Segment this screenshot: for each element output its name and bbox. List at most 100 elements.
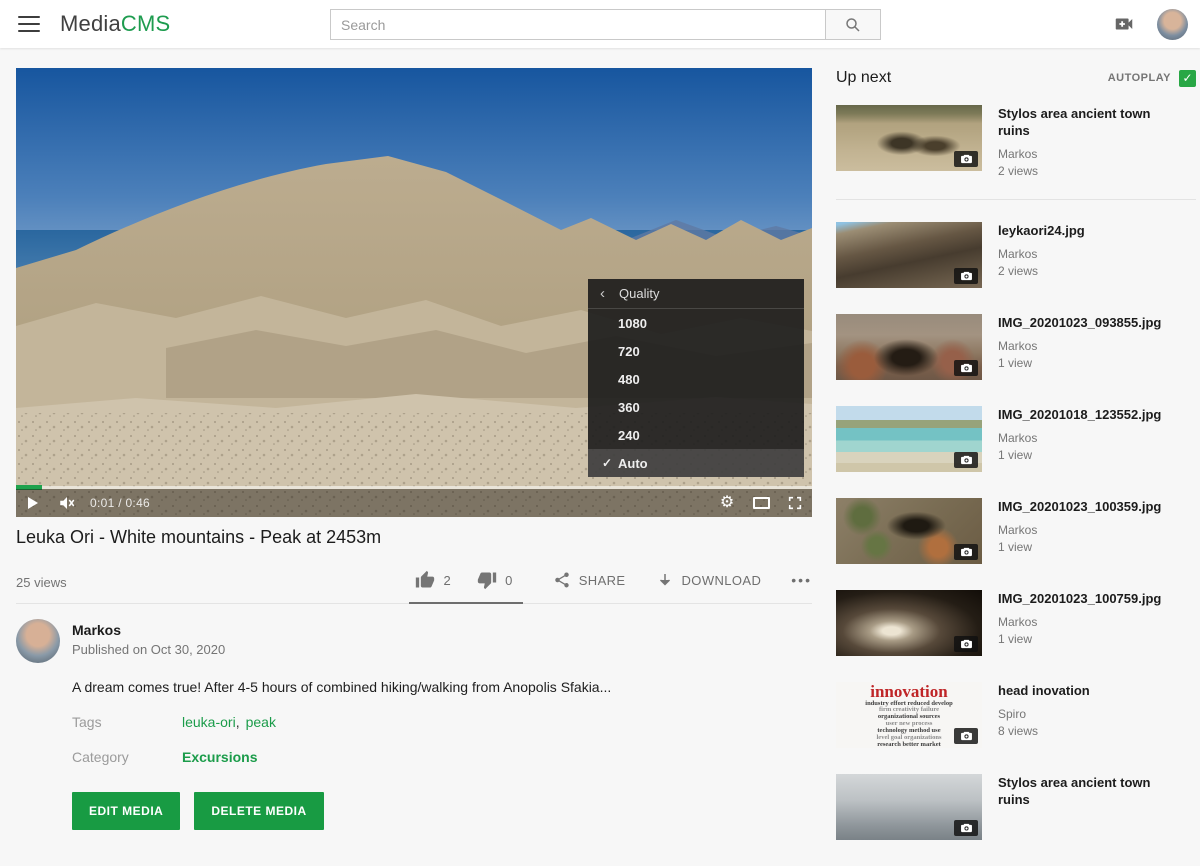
video-description: A dream comes true! After 4-5 hours of c… <box>72 679 812 695</box>
thumbnail-lagoon-beach[interactable] <box>836 406 982 472</box>
up-next-author[interactable]: Markos <box>998 339 1161 353</box>
up-next-item[interactable]: Stylos area ancient town ruins <box>836 774 1196 840</box>
quality-option-1080[interactable]: 1080 <box>588 309 804 337</box>
mute-button[interactable] <box>50 489 84 517</box>
quality-options: 1080720480360240✓Auto <box>588 309 804 477</box>
up-next-author[interactable]: Markos <box>998 615 1161 629</box>
camera-icon <box>961 639 972 649</box>
up-next-item[interactable]: IMG_20201018_123552.jpgMarkos1 view <box>836 406 1196 472</box>
thumbnail-dark-mountain[interactable] <box>836 222 982 288</box>
edit-media-button[interactable]: EDIT MEDIA <box>72 792 180 830</box>
time-display: 0:01 / 0:46 <box>90 496 150 510</box>
like-count: 2 <box>443 573 451 588</box>
camera-icon <box>961 731 972 741</box>
up-next-title[interactable]: IMG_20201023_100359.jpg <box>998 499 1161 516</box>
action-bar: 2 0 SHARE DOWNLOAD ••• <box>409 570 812 590</box>
logo-media: Media <box>60 11 121 36</box>
dislike-button[interactable]: 0 <box>477 570 513 590</box>
share-button[interactable]: SHARE <box>553 571 626 589</box>
up-next-author[interactable]: Markos <box>998 523 1161 537</box>
thumbnail-word-cloud[interactable]: innovationindustry effort reduced develo… <box>836 682 982 748</box>
upload-media-icon[interactable] <box>1113 13 1135 35</box>
delete-media-button[interactable]: DELETE MEDIA <box>194 792 323 830</box>
volume-muted-icon <box>58 494 76 512</box>
thumb-up-icon <box>415 570 435 590</box>
up-next-item[interactable]: IMG_20201023_093855.jpgMarkos1 view <box>836 314 1196 380</box>
quality-option-auto[interactable]: ✓Auto <box>588 449 804 477</box>
tag-separator: , <box>236 714 240 730</box>
category-link[interactable]: Excursions <box>182 749 257 765</box>
play-icon <box>26 496 40 510</box>
menu-icon[interactable] <box>18 16 40 32</box>
up-next-title[interactable]: IMG_20201023_100759.jpg <box>998 591 1161 608</box>
download-icon <box>656 571 674 589</box>
up-next-item[interactable]: IMG_20201023_100759.jpgMarkos1 view <box>836 590 1196 656</box>
video-player[interactable]: ‹ Quality 1080720480360240✓Auto 0:01 / 0… <box>16 68 812 517</box>
thumbnail-cave-dwelling[interactable] <box>836 314 982 380</box>
quality-option-240[interactable]: 240 <box>588 421 804 449</box>
up-next-views: 2 views <box>998 164 1183 178</box>
up-next-title[interactable]: IMG_20201023_093855.jpg <box>998 315 1161 332</box>
quality-option-720[interactable]: 720 <box>588 337 804 365</box>
user-avatar[interactable] <box>1157 9 1188 40</box>
more-options-icon[interactable]: ••• <box>791 572 812 588</box>
author-name[interactable]: Markos <box>72 622 225 638</box>
search-icon <box>844 16 862 34</box>
autoplay-checkbox[interactable]: ✓ <box>1179 70 1196 87</box>
play-button[interactable] <box>16 489 50 517</box>
up-next-author[interactable]: Spiro <box>998 707 1090 721</box>
thumbnail-rocky-ruins[interactable] <box>836 105 982 171</box>
quality-menu-title: Quality <box>619 286 659 301</box>
up-next-item[interactable]: leykaori24.jpg Markos 2 views <box>836 222 1196 288</box>
up-next-title[interactable]: Stylos area ancient town ruins <box>998 775 1183 809</box>
up-next-sidebar: Up next AUTOPLAY ✓ Stylos area ancient t… <box>836 68 1196 866</box>
thumbnail-cliff-gorge[interactable] <box>836 498 982 564</box>
category-label: Category <box>72 749 182 765</box>
image-type-badge <box>954 820 978 836</box>
settings-button[interactable]: ⚙ <box>710 489 744 517</box>
quality-option-360[interactable]: 360 <box>588 393 804 421</box>
header-actions <box>1113 0 1188 48</box>
tag-link-peak[interactable]: peak <box>246 714 276 730</box>
image-type-badge <box>954 636 978 652</box>
video-title: Leuka Ori - White mountains - Peak at 24… <box>16 527 812 548</box>
author-row: Markos Published on Oct 30, 2020 <box>16 619 812 663</box>
rating-group: 2 0 <box>409 570 522 590</box>
up-next-title[interactable]: head inovation <box>998 683 1090 700</box>
quality-menu-back[interactable]: ‹ Quality <box>588 279 804 309</box>
like-button[interactable]: 2 <box>415 570 451 590</box>
image-type-badge <box>954 452 978 468</box>
up-next-item[interactable]: innovationindustry effort reduced develo… <box>836 682 1196 748</box>
up-next-title[interactable]: leykaori24.jpg <box>998 223 1085 240</box>
up-next-item[interactable]: IMG_20201023_100359.jpgMarkos1 view <box>836 498 1196 564</box>
theater-mode-button[interactable] <box>744 489 778 517</box>
thumbnail-dark-cave[interactable] <box>836 590 982 656</box>
player-controls: 0:01 / 0:46 ⚙ <box>16 489 812 517</box>
thumb-down-icon <box>477 570 497 590</box>
up-next-title[interactable]: Stylos area ancient town ruins <box>998 106 1183 140</box>
up-next-views: 8 views <box>998 724 1090 738</box>
search-input[interactable] <box>330 9 825 40</box>
image-type-badge <box>954 728 978 744</box>
up-next-author[interactable]: Markos <box>998 147 1183 161</box>
up-next-views: 2 views <box>998 264 1085 278</box>
camera-icon <box>961 823 972 833</box>
download-button[interactable]: DOWNLOAD <box>656 571 762 589</box>
check-icon: ✓ <box>596 456 618 470</box>
logo[interactable]: MediaCMS <box>60 11 170 37</box>
camera-icon <box>961 547 972 557</box>
tag-link-leuka-ori[interactable]: leuka-ori <box>182 714 236 730</box>
up-next-list: Stylos area ancient town ruins Markos 2 vi… <box>836 105 1196 840</box>
up-next-author[interactable]: Markos <box>998 431 1161 445</box>
category-row: Category Excursions <box>72 749 812 765</box>
up-next-author[interactable]: Markos <box>998 247 1085 261</box>
quality-option-480[interactable]: 480 <box>588 365 804 393</box>
search-button[interactable] <box>825 9 881 40</box>
image-type-badge <box>954 544 978 560</box>
fullscreen-button[interactable] <box>778 489 812 517</box>
author-avatar[interactable] <box>16 619 60 663</box>
up-next-item[interactable]: Stylos area ancient town ruins Markos 2 vi… <box>836 105 1196 200</box>
thumbnail-misty-mountains[interactable] <box>836 774 982 840</box>
up-next-title[interactable]: IMG_20201018_123552.jpg <box>998 407 1161 424</box>
camera-icon <box>961 363 972 373</box>
